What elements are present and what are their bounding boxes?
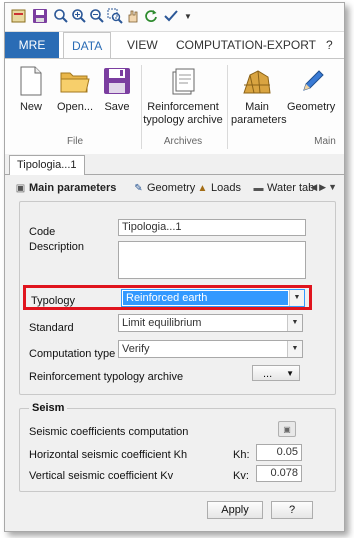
new-label: New	[19, 101, 42, 113]
save-disk-icon	[101, 65, 133, 97]
check-icon[interactable]	[163, 8, 179, 24]
apply-button[interactable]: Apply	[207, 501, 263, 519]
loads-icon: ▲	[197, 182, 208, 194]
document-tab-bar: Tipologia...1	[5, 154, 344, 175]
kv-short-label: Kv:	[233, 470, 249, 482]
ribbon-separator	[141, 65, 142, 149]
seismic-group-title: Seism	[29, 402, 68, 414]
dropdown-arrow-icon[interactable]: ▼	[180, 8, 196, 24]
group-label-file: File	[66, 136, 84, 147]
archive-label-line2: typology archive	[143, 114, 223, 126]
pencil-icon	[297, 65, 329, 97]
group-label-main: Main	[314, 136, 336, 147]
code-label: Code	[29, 226, 56, 238]
standard-label: Standard	[29, 322, 74, 334]
tab-scroll-arrows[interactable]: ◀▶▼	[310, 182, 339, 193]
chevron-down-icon[interactable]: ▼	[287, 341, 302, 357]
tab-water-table-label: Water tab	[267, 182, 315, 194]
standard-select[interactable]: Limit equilibrium ▼	[118, 314, 303, 332]
main-parameters-tab-icon: ▣	[15, 182, 26, 194]
save-button[interactable]: Save	[97, 65, 137, 114]
zoom-in-icon[interactable]	[71, 8, 87, 24]
typology-label: Typology	[31, 295, 76, 307]
kv-label: Vertical seismic coefficient Kv	[29, 470, 174, 482]
archive-label-line1: Reinforcement	[147, 101, 219, 113]
ribbon-panel: New Open... Save File Reinforcement typo…	[5, 58, 344, 155]
zoom-icon[interactable]	[53, 8, 69, 24]
kh-field[interactable]: 0.05	[256, 444, 302, 461]
new-button[interactable]: New	[11, 65, 51, 114]
computation-type-label: Computation type	[29, 348, 116, 360]
app-icon[interactable]	[11, 8, 27, 24]
folder-icon	[59, 65, 91, 97]
chevron-down-icon: ▼	[286, 369, 294, 378]
tab-main-parameters-label: Main parameters	[29, 182, 117, 194]
archive-button-label: ...	[263, 368, 273, 380]
reinforcement-archive-label: Reinforcement typology archive	[29, 371, 184, 383]
geometry-label: Geometry	[287, 101, 336, 113]
open-button[interactable]: Open...	[53, 65, 97, 114]
main-parameters-button[interactable]: Main parameters	[231, 65, 287, 127]
kh-label: Horizontal seismic coefficient Kh	[29, 449, 188, 461]
help-button[interactable]: ?	[271, 501, 313, 519]
main-label-line2: parameters	[231, 114, 287, 126]
standard-value: Limit equilibrium	[122, 317, 202, 329]
seismic-compute-button[interactable]: ▣	[278, 421, 296, 437]
reinforcement-typology-archive-button[interactable]: Reinforcement typology archive	[143, 65, 223, 127]
quick-access-toolbar: ▼	[5, 3, 344, 32]
app-window: ▼ MRE DATA VIEW COMPUTATION-EXPORT ? New…	[4, 2, 345, 532]
tab-view[interactable]: VIEW	[119, 32, 166, 58]
tab-geometry-label: Geometry	[147, 182, 196, 194]
typology-value: Reinforced earth	[123, 291, 288, 305]
zoom-window-icon[interactable]	[107, 8, 123, 24]
tab-loads[interactable]: ▲ Loads	[197, 182, 241, 194]
tab-main-parameters[interactable]: ▣ Main parameters	[15, 182, 117, 194]
kh-short-label: Kh:	[233, 449, 250, 461]
calculator-icon: ▣	[283, 424, 291, 434]
zoom-out-icon[interactable]	[89, 8, 105, 24]
pan-icon[interactable]	[125, 8, 141, 24]
computation-type-value: Verify	[122, 343, 150, 355]
document-tab[interactable]: Tipologia...1	[9, 155, 85, 175]
panel-tabs: ▣ Main parameters ✎ Geometry ▲ Loads ▬ W…	[13, 179, 343, 201]
chevron-down-icon[interactable]: ▼	[289, 290, 304, 306]
water-table-icon: ▬	[253, 182, 264, 194]
group-label-archives: Archives	[163, 136, 203, 147]
tab-data[interactable]: DATA	[63, 32, 112, 59]
save-icon[interactable]	[32, 8, 48, 24]
code-field[interactable]: Tipologia...1	[118, 219, 306, 236]
tab-loads-label: Loads	[211, 182, 241, 194]
save-label: Save	[104, 101, 130, 113]
open-label: Open...	[56, 101, 94, 113]
ribbon-separator	[227, 65, 228, 149]
ribbon-help-button[interactable]: ?	[318, 32, 341, 58]
ribbon-tabs: MRE DATA VIEW COMPUTATION-EXPORT ?	[5, 32, 344, 59]
kv-field[interactable]: 0.078	[256, 465, 302, 482]
archive-select-button[interactable]: ... ▼	[252, 365, 300, 381]
main-parameters-icon	[241, 65, 273, 97]
geometry-button[interactable]: Geometry	[287, 65, 344, 114]
archive-icon	[167, 65, 199, 97]
description-field[interactable]	[118, 241, 306, 279]
main-label-line1: Main	[245, 101, 269, 113]
tab-mre[interactable]: MRE	[5, 32, 59, 58]
description-label: Description	[29, 241, 85, 253]
pencil-icon: ✎	[134, 182, 143, 194]
new-document-icon	[15, 65, 47, 97]
refresh-icon[interactable]	[143, 8, 159, 24]
tab-water-table[interactable]: ▬ Water tab	[253, 182, 315, 194]
tab-computation-export[interactable]: COMPUTATION-EXPORT	[168, 32, 324, 58]
seismic-computation-label: Seismic coefficients computation	[29, 426, 189, 438]
chevron-down-icon[interactable]: ▼	[287, 315, 302, 331]
tab-geometry[interactable]: ✎ Geometry	[133, 182, 195, 194]
computation-type-select[interactable]: Verify ▼	[118, 340, 303, 358]
typology-select[interactable]: Reinforced earth ▼	[121, 289, 305, 307]
